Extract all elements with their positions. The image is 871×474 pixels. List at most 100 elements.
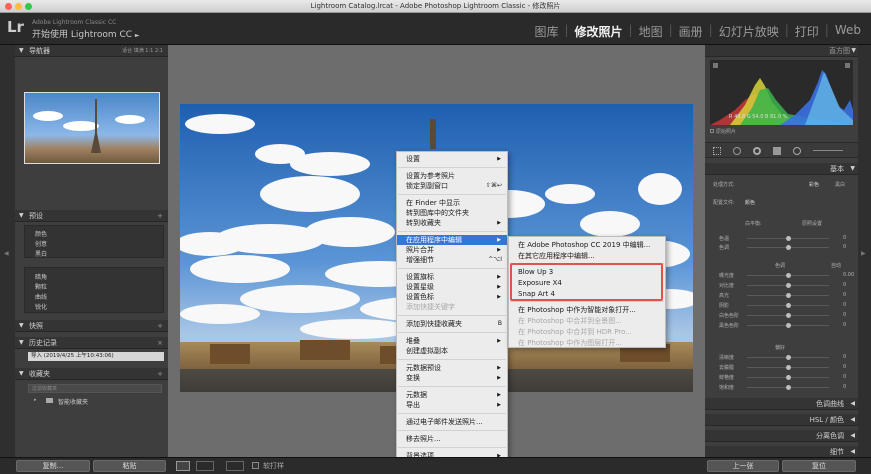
slider-knob[interactable]: [786, 245, 791, 250]
slider-value[interactable]: 0: [843, 292, 846, 298]
slider-track[interactable]: [747, 236, 829, 241]
module-4[interactable]: 幻灯片放映: [715, 23, 783, 40]
module-3[interactable]: 画册: [675, 23, 707, 40]
submenu-item[interactable]: 在其它应用程序中编辑...: [509, 251, 665, 261]
context-menu-item[interactable]: 导出 ▶: [397, 400, 507, 410]
histogram-header[interactable]: 直方图 ▼: [705, 45, 858, 57]
previous-button[interactable]: 上一张: [707, 460, 779, 472]
context-menu-item[interactable]: 变换 ▶: [397, 373, 507, 383]
reset-button[interactable]: 复位: [782, 460, 856, 472]
context-menu-item[interactable]: 设置色标 ▶: [397, 292, 507, 302]
context-menu-item[interactable]: 移去照片...: [397, 434, 507, 444]
module-5[interactable]: 打印: [791, 23, 823, 40]
context-menu-item[interactable]: 添加到快捷收藏夹 B: [397, 319, 507, 329]
navigator-header[interactable]: ▼ 导航器 适合 填满 1:1 2:1: [15, 45, 168, 57]
compare-toggle-icon[interactable]: [226, 461, 244, 471]
soft-proof-checkbox[interactable]: [252, 462, 259, 469]
context-menu-item[interactable]: 元数据 ▶: [397, 390, 507, 400]
original-photo-toggle[interactable]: 原始照片: [710, 128, 853, 136]
left-panel-edge[interactable]: ◀: [0, 45, 15, 457]
slider-value[interactable]: 0: [843, 244, 846, 250]
shadow-clipping-icon[interactable]: [713, 63, 718, 68]
slider-knob[interactable]: [786, 236, 791, 241]
radial-filter-icon[interactable]: [793, 147, 801, 155]
submenu-item[interactable]: 在 Photoshop 中作为智能对象打开...: [509, 305, 665, 315]
slider-value[interactable]: 0: [843, 354, 846, 360]
module-0[interactable]: 图库: [530, 23, 562, 40]
presets-header[interactable]: ▼ 预设 +: [15, 210, 168, 222]
context-menu-item[interactable]: 设置旗标 ▶: [397, 272, 507, 282]
slider-knob[interactable]: [786, 355, 791, 360]
section-header[interactable]: 分离色调 ◀: [705, 430, 858, 442]
adjustment-brush-icon[interactable]: [813, 150, 843, 151]
context-menu-item[interactable]: 通过电子邮件发送照片...: [397, 417, 507, 427]
slider-track[interactable]: [747, 355, 829, 360]
preset-group[interactable]: 锐化: [35, 302, 47, 311]
slider-track[interactable]: [747, 293, 829, 298]
collapse-left-icon[interactable]: ◀: [4, 250, 9, 257]
context-menu-item[interactable]: 照片合并 ▶: [397, 245, 507, 255]
section-header[interactable]: HSL / 颜色 ◀: [705, 414, 858, 426]
snapshots-header[interactable]: ▼ 快照 +: [15, 320, 168, 332]
preset-group[interactable]: 颗粒: [35, 282, 47, 291]
submenu-item[interactable]: Snap Art 4: [509, 289, 665, 299]
history-entry[interactable]: 导入 (2019/4/25 上午10:43:06): [28, 352, 164, 361]
history-header[interactable]: ▼ 历史记录 ×: [15, 337, 168, 349]
preset-group[interactable]: 暗角: [35, 272, 47, 281]
red-eye-icon[interactable]: [753, 147, 761, 155]
navigator-preview[interactable]: [24, 92, 160, 164]
context-menu-item[interactable]: 增强细节 ^⌥I: [397, 255, 507, 265]
module-6[interactable]: Web: [831, 23, 865, 40]
right-panel-edge[interactable]: ▶: [858, 45, 871, 457]
context-menu-item[interactable]: 转到图库中的文件夹: [397, 208, 507, 218]
slider-value[interactable]: 0.00: [843, 272, 854, 278]
crop-tool-icon[interactable]: [713, 147, 721, 155]
slider-knob[interactable]: [786, 293, 791, 298]
preset-group[interactable]: 曲线: [35, 292, 47, 301]
context-menu-item[interactable]: 设置星级 ▶: [397, 282, 507, 292]
paste-settings-button[interactable]: 粘贴: [93, 460, 166, 472]
highlight-clipping-icon[interactable]: [845, 63, 850, 68]
slider-knob[interactable]: [786, 303, 791, 308]
slider-track[interactable]: [747, 303, 829, 308]
slider-knob[interactable]: [786, 365, 791, 370]
context-menu-item[interactable]: 在应用程序中编辑 ▶: [397, 235, 507, 245]
slider-knob[interactable]: [786, 375, 791, 380]
collapse-right-icon[interactable]: ▶: [861, 250, 866, 257]
identity-subtitle[interactable]: 开始使用 Lightroom CC ►: [32, 27, 140, 40]
collections-filter-input[interactable]: 过滤收藏夹: [28, 384, 162, 393]
profile-dropdown[interactable]: 颜色: [745, 199, 755, 206]
module-1[interactable]: 修改照片: [571, 23, 627, 40]
slider-knob[interactable]: [786, 273, 791, 278]
slider-track[interactable]: [747, 283, 829, 288]
slider-value[interactable]: 0: [843, 312, 846, 318]
section-header[interactable]: 色调曲线 ◀: [705, 398, 858, 410]
collections-header[interactable]: ▼ 收藏夹 +: [15, 368, 168, 380]
context-menu-item[interactable]: 锁定到副窗口 ⇧⌘↩: [397, 181, 507, 191]
submenu-item[interactable]: 在 Adobe Photoshop CC 2019 中编辑...: [509, 240, 665, 250]
slider-value[interactable]: 0: [843, 282, 846, 288]
context-menu-item[interactable]: 在 Finder 中显示: [397, 198, 507, 208]
basic-header[interactable]: 基本 ▼: [705, 163, 858, 175]
slider-value[interactable]: 0: [843, 374, 846, 380]
context-menu-item[interactable]: 创建虚拟副本: [397, 346, 507, 356]
spot-removal-icon[interactable]: [733, 147, 741, 155]
slider-value[interactable]: 0: [843, 235, 846, 241]
wb-dropdown[interactable]: 原照设置: [802, 220, 822, 227]
slider-knob[interactable]: [786, 283, 791, 288]
preset-group[interactable]: 颜色: [35, 229, 47, 238]
slider-track[interactable]: [747, 375, 829, 380]
copy-settings-button[interactable]: 复制...: [16, 460, 90, 472]
context-menu-item[interactable]: 转到收藏夹 ▶: [397, 218, 507, 228]
context-menu-item[interactable]: 元数据预设 ▶: [397, 363, 507, 373]
slider-value[interactable]: 0: [843, 302, 846, 308]
context-menu-item[interactable]: 设置 ▶: [397, 154, 507, 164]
slider-value[interactable]: 0: [843, 384, 846, 390]
slider-value[interactable]: 0: [843, 322, 846, 328]
slider-track[interactable]: [747, 273, 829, 278]
smart-collections-item[interactable]: ▸ 智能收藏夹: [28, 396, 162, 406]
slider-track[interactable]: [747, 323, 829, 328]
disclosure-icon[interactable]: ▸: [34, 397, 37, 403]
treatment-color-option[interactable]: 彩色: [809, 181, 819, 188]
submenu-item[interactable]: Blow Up 3: [509, 267, 665, 277]
